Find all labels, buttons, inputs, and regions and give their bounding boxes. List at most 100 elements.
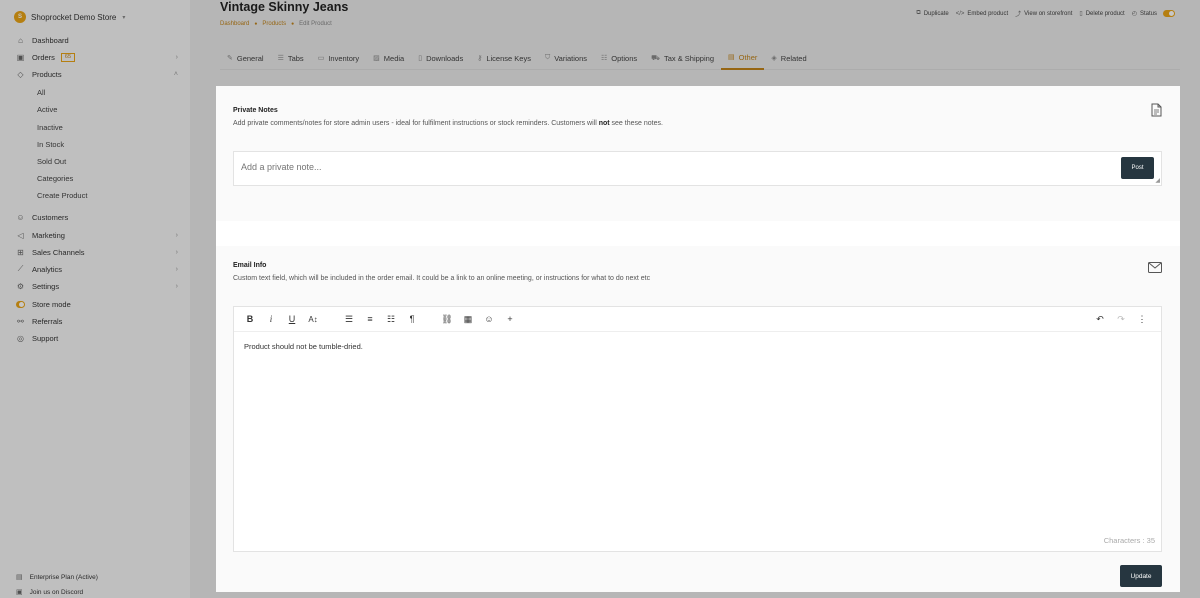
breadcrumb-separator-icon: ● [291,21,295,27]
duplicate-button[interactable]: ⧉ Duplicate [916,10,948,17]
channels-icon: ⊞ [17,247,24,257]
tab-inventory[interactable]: ▭ Inventory [311,46,366,70]
ordered-list-icon[interactable]: ☷ [385,313,397,325]
options-icon: ☷ [601,55,608,62]
post-button[interactable]: Post [1121,157,1154,179]
desc-bold: not [598,120,610,127]
plan-label: Enterprise Plan (Active) [29,573,98,581]
chevron-right-icon: › [175,53,178,61]
tab-options[interactable]: ☷ Options [594,46,644,70]
tab-label: Tabs [287,53,304,63]
sidebar-item-sales-channels[interactable]: ⊞ Sales Channels › [16,245,178,259]
tab-license-keys[interactable]: ⚷ License Keys [470,46,538,70]
sidebar-item-support[interactable]: ◎ Support [16,331,178,345]
sidebar-item-orders[interactable]: ▣ Orders 65 › [16,50,178,64]
tab-label: Other [738,52,758,62]
text-size-icon[interactable]: A↕ [307,313,319,325]
update-button[interactable]: Update [1120,565,1162,587]
sidebar-item-analytics[interactable]: ⟋ Analytics › [16,262,178,276]
sidebar-item-dashboard[interactable]: ⌂ Dashboard [16,33,178,47]
tab-other[interactable]: ▤ Other [721,46,765,70]
sidebar-item-store-mode[interactable]: Store mode [16,297,178,311]
tab-label: Media [383,53,405,63]
tab-tabs[interactable]: ☰ Tabs [271,46,311,70]
breadcrumb-dashboard[interactable]: Dashboard [220,21,249,27]
italic-icon[interactable]: i [265,313,277,325]
clipboard-icon: ▤ [728,54,735,61]
key-icon: ⚷ [477,55,483,62]
sidebar-item-label: Customers [32,212,69,222]
table-icon[interactable]: ▦ [462,313,474,325]
desc-text: see these notes. [609,120,663,127]
box-icon: ▭ [317,55,325,62]
image-icon: ▨ [373,55,380,62]
tab-general[interactable]: ✎ General [220,46,271,70]
private-note-input[interactable] [241,162,1101,172]
tab-label: Inventory [328,53,360,63]
email-info-description: Custom text field, which will be include… [233,275,651,282]
underline-icon[interactable]: U [286,313,298,325]
discord-icon: ▣ [16,589,23,596]
plan-status[interactable]: ▤ Enterprise Plan (Active) [16,573,98,582]
status-label: Status [1139,10,1157,17]
discord-link[interactable]: ▣ Join us on Discord [16,588,84,597]
sidebar-item-label: Analytics [32,264,63,274]
document-icon [1151,103,1162,122]
delete-button[interactable]: ▯ Delete product [1079,10,1124,18]
truck-icon: ⛟ [651,54,660,62]
shirt-icon: ⛉ [544,54,551,61]
products-sub-all[interactable]: All [37,86,45,98]
tab-related[interactable]: ◈ Related [764,46,813,70]
toggle-icon[interactable] [16,300,25,309]
email-info-content[interactable]: Product should not be tumble-dried. [244,342,363,351]
align-center-icon[interactable]: ≡ [364,313,376,325]
products-sub-inactive[interactable]: Inactive [37,121,63,133]
tab-media[interactable]: ▨ Media [366,46,411,70]
support-icon: ◎ [17,333,24,343]
align-left-icon[interactable]: ☰ [343,313,355,325]
resize-handle-icon[interactable]: ◢ [1155,177,1160,184]
discord-label: Join us on Discord [29,588,84,596]
link-icon: ⤴ [1015,12,1022,18]
sidebar-item-settings[interactable]: ⚙ Settings › [16,279,178,293]
bold-icon[interactable]: B [244,313,256,325]
tab-downloads[interactable]: ▯ Downloads [411,46,470,70]
embed-button[interactable]: </> Embed product [956,11,1008,17]
tab-variations[interactable]: ⛉ Variations [538,46,594,70]
paragraph-icon[interactable]: ¶ [406,313,418,325]
emoji-icon[interactable]: ☺ [483,313,495,325]
chart-icon: ⟋ [17,264,24,273]
sidebar-item-marketing[interactable]: ◁ Marketing › [16,228,178,242]
tab-label: Options [611,53,638,63]
copy-icon: ⧉ [916,10,921,16]
products-sub-active[interactable]: Active [37,103,57,115]
tab-tax-shipping[interactable]: ⛟ Tax & Shipping [644,46,721,70]
desc-text: Add private comments/notes for store adm… [233,120,599,127]
products-sub-categories[interactable]: Categories [37,172,73,184]
status-control: ◴ Status [1132,10,1175,17]
private-notes-description: Add private comments/notes for store adm… [233,120,663,127]
sidebar-item-products[interactable]: ◇ Products ˄ [16,67,178,81]
sidebar-item-label: Products [32,69,62,79]
tab-label: General [236,53,264,63]
status-toggle[interactable] [1163,10,1175,17]
breadcrumb: Dashboard ● Products ● Edit Product [220,21,332,27]
breadcrumb-products[interactable]: Products [262,21,286,27]
more-options-icon[interactable]: ⋮ [1136,313,1148,325]
redo-icon[interactable]: ↷ [1115,313,1127,325]
rich-text-editor: B i U A↕ ☰ ≡ ☷ ¶ ⛓ ▦ ☺ + ↶ ↷ ⋮ Product s… [233,306,1162,552]
sidebar-item-customers[interactable]: ☺ Customers [16,210,178,224]
products-sub-in-stock[interactable]: In Stock [37,138,64,150]
undo-icon[interactable]: ↶ [1094,313,1106,325]
plan-icon: ▤ [16,574,23,581]
view-storefront-button[interactable]: ⤴ View on storefront [1015,9,1072,19]
tab-label: License Keys [486,53,531,63]
insert-icon[interactable]: + [504,313,516,325]
store-switcher[interactable]: S Shoprocket Demo Store ▾ [14,10,125,24]
products-sub-sold-out[interactable]: Sold Out [37,155,66,167]
link-icon[interactable]: ⛓ [441,313,453,325]
products-sub-create[interactable]: Create Product [37,189,87,201]
sidebar-item-referrals[interactable]: ⚯ Referrals [16,314,178,328]
breadcrumb-separator-icon: ● [254,21,258,27]
chevron-down-icon: ▾ [122,14,126,21]
